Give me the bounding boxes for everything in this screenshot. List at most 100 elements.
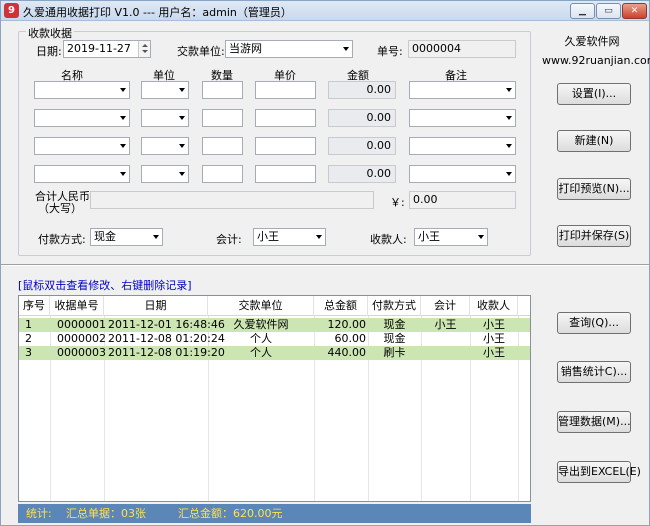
chevron-down-icon [316,235,322,239]
query-button[interactable]: 查询(Q)... [557,312,631,334]
header-index[interactable]: 序号 [19,296,50,316]
row-index: 1 [25,318,32,331]
item-name-combo[interactable] [34,137,130,155]
accountant-combo[interactable]: 小王 [253,228,326,246]
payer-combo[interactable]: 当游网 [225,40,353,58]
row-payer: 个人 [250,332,272,345]
status-label: 统计: [26,507,52,520]
total-uppercase-field [90,191,374,209]
payment-method-value: 现金 [94,230,116,243]
accountant-value: 小王 [257,230,279,243]
item-amount: 0.00 [328,137,396,155]
chevron-down-icon [179,88,185,92]
cashier-value: 小王 [418,230,440,243]
minimize-button[interactable]: ▁ [570,3,595,19]
row-payment-method: 刷卡 [383,346,406,359]
date-spinner[interactable] [138,41,150,57]
manage-data-button[interactable]: 管理数据(M)... [557,411,631,433]
header-accountant[interactable]: 会计 [421,296,470,316]
row-total: 60.00 [334,332,367,345]
receipt-number-field: 0000004 [408,40,516,58]
item-quantity-input[interactable] [202,137,243,155]
item-unit-combo[interactable] [141,137,189,155]
header-date[interactable]: 日期 [104,296,208,316]
item-price-input[interactable] [255,137,316,155]
row-payer: 个人 [250,346,272,359]
header-payment-method[interactable]: 付款方式 [368,296,421,316]
date-value: 2019-11-27 [67,42,131,55]
item-quantity-input[interactable] [202,109,243,127]
item-unit-combo[interactable] [141,165,189,183]
receipt-group-title: 收款收据 [26,25,74,41]
date-picker[interactable]: 2019-11-27 [63,40,151,58]
chevron-down-icon [120,172,126,176]
chevron-down-icon [153,235,159,239]
total-amount-field: 0.00 [409,191,516,209]
chevron-down-icon [506,144,512,148]
header-receipt-no[interactable]: 收据单号 [50,296,104,316]
item-remark-combo[interactable] [409,137,516,155]
row-receipt-no: 0000003 [57,346,106,359]
window-title: 久爱通用收据打印 V1.0 --- 用户名：admin（管理员） [23,6,292,19]
row-accountant [421,332,470,346]
table-row[interactable]: 2 0000002 2011-12-08 01:20:24 个人 60.00 现… [19,332,530,346]
header-total[interactable]: 总金额 [314,296,368,316]
payment-method-label: 付款方式: [38,233,86,246]
chevron-down-icon [506,172,512,176]
chevron-down-icon [120,88,126,92]
item-price-input[interactable] [255,165,316,183]
item-remark-combo[interactable] [409,109,516,127]
item-price-input[interactable] [255,81,316,99]
close-button[interactable]: ✕ [622,3,647,19]
settings-button[interactable]: 设置(I)... [557,83,631,105]
records-list[interactable]: 序号 收据单号 日期 交款单位 总金额 付款方式 会计 收款人 1 000000… [18,295,531,502]
item-remark-combo[interactable] [409,81,516,99]
row-accountant: 小王 [434,318,457,331]
print-save-button[interactable]: 打印并保存(S) [557,225,631,247]
title-bar[interactable]: 9 久爱通用收据打印 V1.0 --- 用户名：admin（管理员） ▁ ▭ ✕ [1,1,649,21]
chevron-down-icon [478,235,484,239]
item-name-combo[interactable] [34,165,130,183]
item-quantity-input[interactable] [202,81,243,99]
item-unit-combo[interactable] [141,109,189,127]
total-uppercase-sublabel: （大写） [38,202,82,215]
chevron-down-icon [179,172,185,176]
chevron-down-icon [506,88,512,92]
app-logo-icon: 9 [4,3,19,18]
records-list-header: 序号 收据单号 日期 交款单位 总金额 付款方式 会计 收款人 [19,296,530,316]
export-excel-button[interactable]: 导出到EXCEL(E) [557,461,641,483]
chevron-down-icon [120,144,126,148]
status-bar: 统计: 汇总单据：03张 汇总金额：620.00元 [18,504,531,523]
item-unit-combo[interactable] [141,81,189,99]
cashier-combo[interactable]: 小王 [414,228,488,246]
status-receipt-count: 汇总单据：03张 [66,507,146,520]
item-remark-combo[interactable] [409,165,516,183]
row-receipt-no: 0000002 [57,332,106,345]
sales-stats-button[interactable]: 销售统计C)... [557,361,631,383]
item-name-combo[interactable] [34,109,130,127]
status-total-amount: 汇总金额：620.00元 [178,507,283,520]
new-button[interactable]: 新建(N) [557,130,631,152]
item-quantity-input[interactable] [202,165,243,183]
table-row[interactable]: 3 0000003 2011-12-08 01:19:20 个人 440.00 … [19,346,530,360]
row-total: 440.00 [327,346,367,359]
item-price-input[interactable] [255,109,316,127]
row-index: 3 [25,346,32,359]
header-cashier[interactable]: 收款人 [470,296,518,316]
chevron-down-icon [343,47,349,51]
row-payment-method: 现金 [383,332,406,345]
chevron-down-icon [120,116,126,120]
row-payment-method: 现金 [383,318,406,331]
item-name-combo[interactable] [34,81,130,99]
payment-method-combo[interactable]: 现金 [90,228,163,246]
chevron-down-icon [179,116,185,120]
row-cashier: 小王 [483,346,505,359]
header-payer[interactable]: 交款单位 [208,296,314,316]
maximize-button[interactable]: ▭ [596,3,621,19]
section-divider [1,264,649,266]
row-index: 2 [25,332,32,345]
brand-name: 久爱软件网 [564,35,620,48]
print-preview-button[interactable]: 打印预览(N)... [557,178,631,200]
row-payer: 久爱软件网 [233,318,289,331]
table-row[interactable]: 1 0000001 2011-12-01 16:48:46 久爱软件网 120.… [19,318,530,332]
